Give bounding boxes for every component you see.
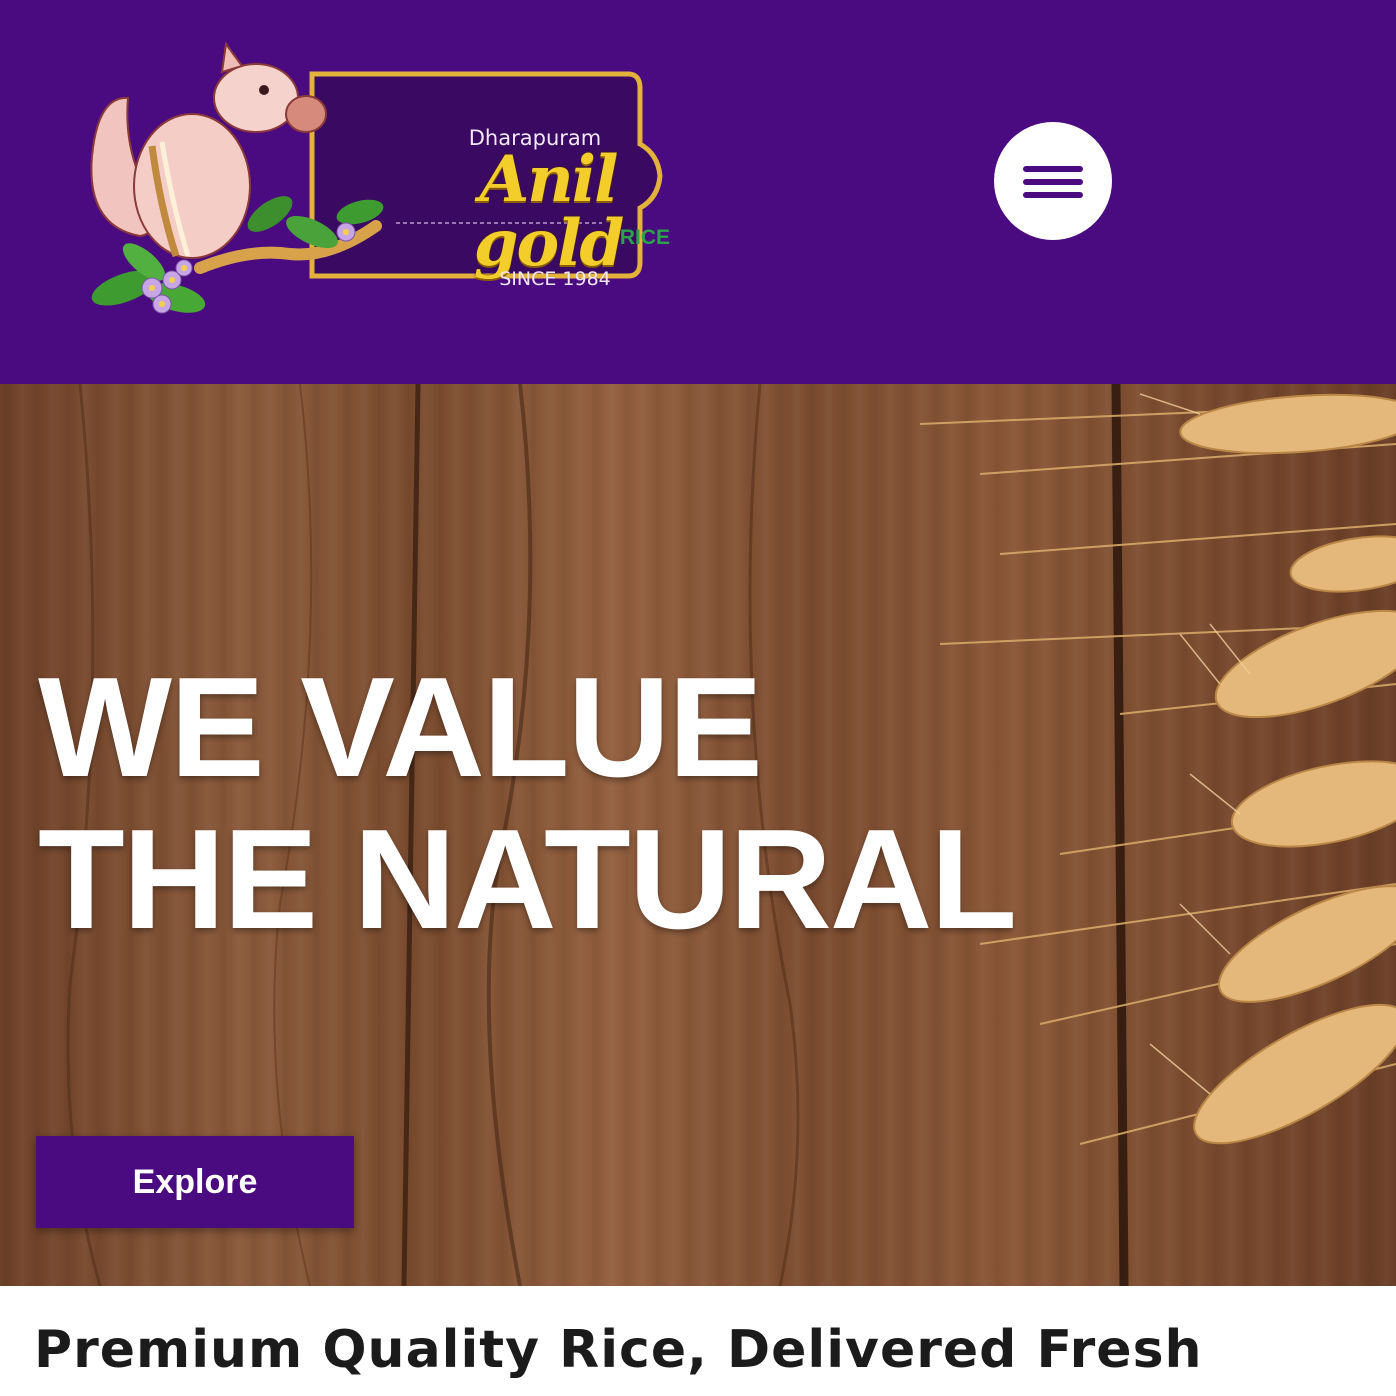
hamburger-menu-icon — [1023, 192, 1083, 198]
logo-since: SINCE 1984 — [499, 268, 611, 290]
site-header: Dharapuram Anil gold RICE SINCE 1984 — [0, 0, 1396, 384]
logo-brand-name: Anil gold — [473, 142, 625, 281]
hamburger-menu-icon — [1023, 179, 1083, 185]
logo-product: RICE — [619, 226, 670, 249]
hero-heading-line-2: THE NATURAL — [38, 800, 1017, 959]
hero-heading-line-1: WE VALUE — [38, 648, 763, 807]
hamburger-menu-icon — [1023, 166, 1083, 172]
hero-heading: WE VALUE THE NATURAL — [38, 648, 1017, 959]
explore-button[interactable]: Explore — [36, 1136, 354, 1228]
section-heading: Premium Quality Rice, Delivered Fresh — [34, 1320, 1203, 1380]
brand-logo[interactable]: Dharapuram Anil gold RICE SINCE 1984 — [80, 36, 670, 318]
hero-banner: WE VALUE THE NATURAL Explore — [0, 384, 1396, 1286]
menu-button[interactable] — [994, 122, 1112, 240]
